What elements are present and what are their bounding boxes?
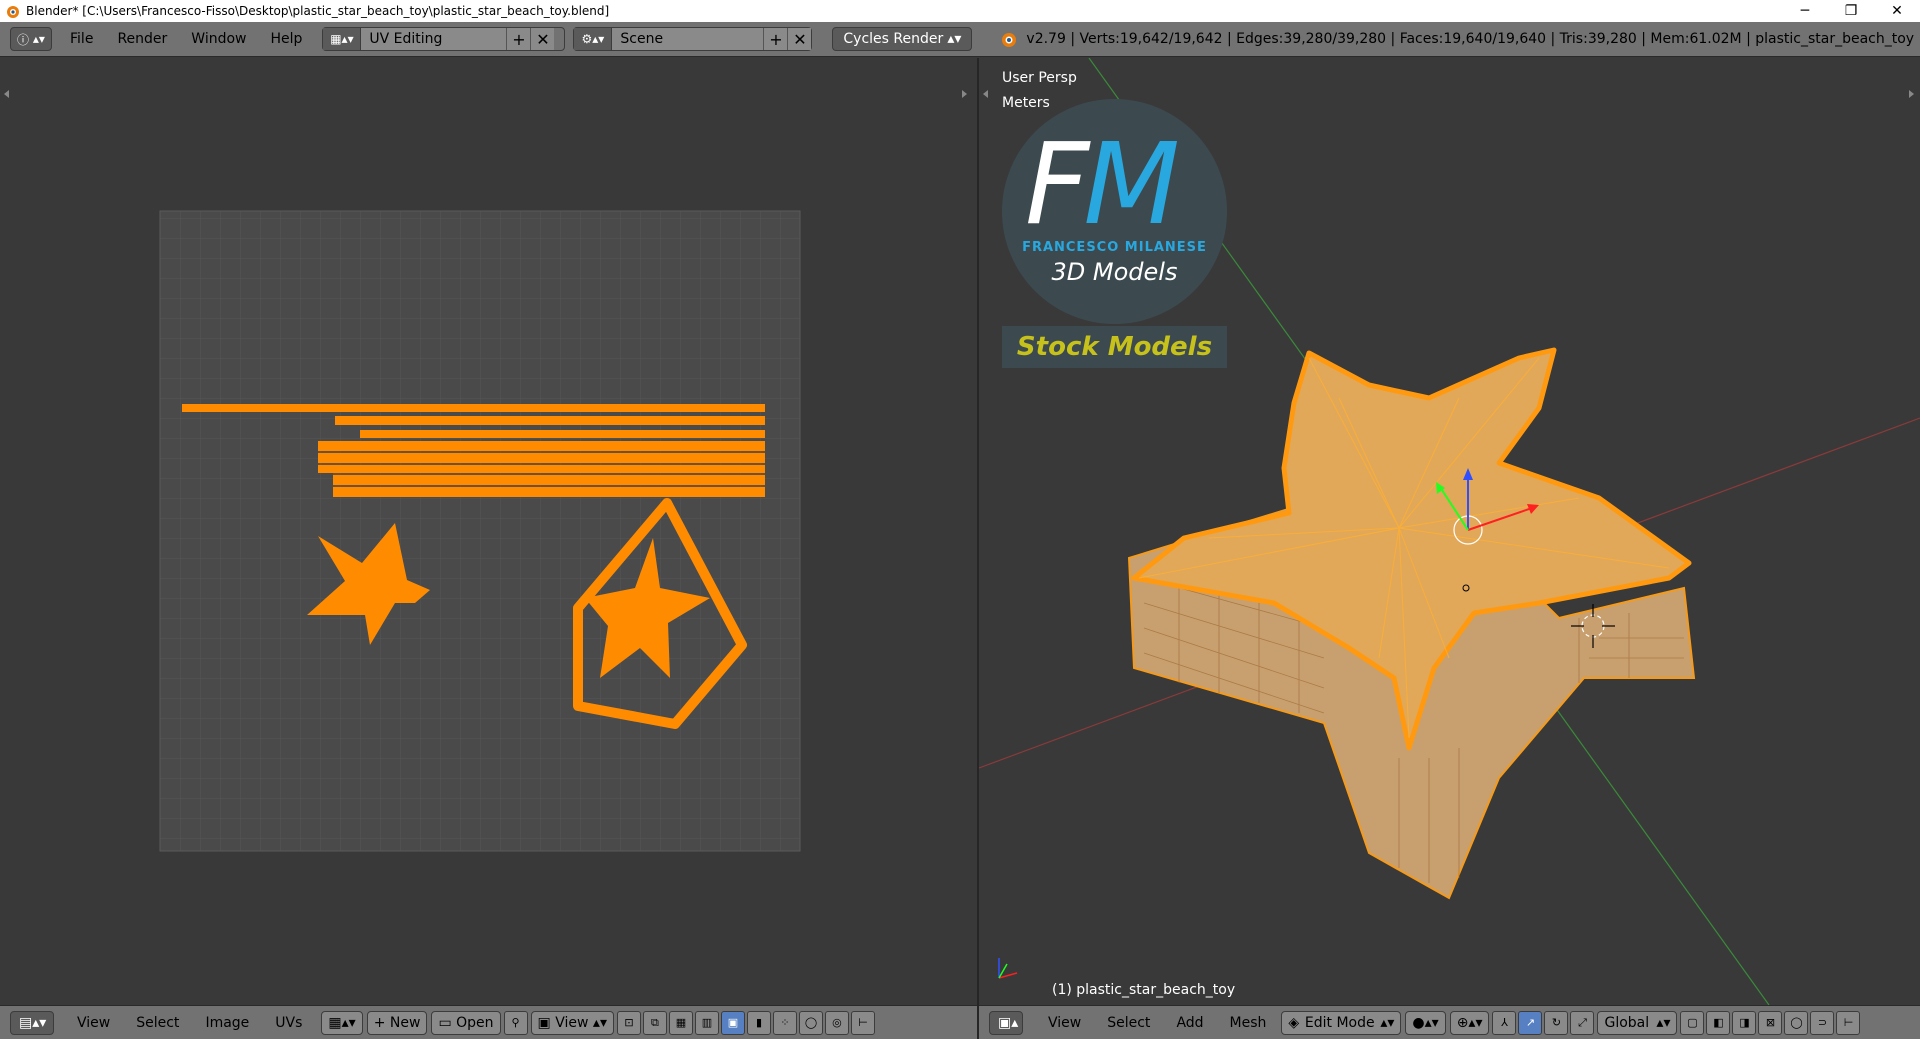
pivot-icon[interactable]: ⊡ (616, 1010, 641, 1035)
pivot-point-dropdown[interactable]: ⊕▴▾ (1449, 1010, 1490, 1035)
open-image-button[interactable]: ▭ Open (431, 1010, 501, 1035)
fm-logo-name: FRANCESCO MILANESE (1022, 240, 1207, 255)
screen-layout-icon[interactable]: ▦▴▾ (323, 28, 362, 50)
uv-menu-select[interactable]: Select (123, 1015, 192, 1031)
uv-image-editor[interactable] (0, 58, 977, 1005)
screen-layout-field[interactable]: ▦▴▾ UV Editing + ✕ (322, 27, 566, 51)
chevron-updown-icon: ▴▾ (1656, 1014, 1671, 1031)
blender-logo-icon (1002, 33, 1017, 47)
window-titlebar: Blender* [C:\Users\Francesco-Fisso\Deskt… (0, 0, 1920, 22)
vp-menu-view[interactable]: View (1035, 1015, 1094, 1031)
add-scene-button[interactable]: + (763, 28, 788, 50)
edit-mode-icon: ◈ (1288, 1014, 1300, 1031)
vp-left-corner-icon[interactable] (983, 90, 988, 98)
view-axis-widget (998, 958, 1018, 979)
menu-file[interactable]: File (58, 31, 105, 47)
select-vertex-icon[interactable]: ▦ (668, 1010, 693, 1035)
view-name: User Persp (1002, 70, 1077, 86)
info-icon: ⓘ (17, 32, 30, 47)
unit-system: Meters (1002, 95, 1050, 111)
translate-manipulator-icon[interactable]: ↗ (1518, 1010, 1543, 1035)
scale-manipulator-icon[interactable]: ⤢ (1570, 1010, 1595, 1035)
rotate-manipulator-icon[interactable]: ↻ (1544, 1010, 1569, 1035)
select-face-mode-icon[interactable]: ◨ (1732, 1010, 1757, 1035)
render-engine-dropdown[interactable]: Cycles Render ▴▾ (832, 27, 973, 51)
menu-help[interactable]: Help (258, 31, 314, 47)
uv-menu-uvs[interactable]: UVs (262, 1015, 315, 1031)
snap-target-icon[interactable]: ⊢ (850, 1010, 875, 1035)
new-image-button[interactable]: + New (366, 1010, 428, 1035)
add-screen-button[interactable]: + (506, 28, 531, 50)
view-mode-icon: ▣ (537, 1014, 556, 1031)
menu-window[interactable]: Window (179, 31, 258, 47)
sync-select-icon[interactable]: ⧉ (642, 1010, 667, 1035)
sticky-mode-icon[interactable]: ⁘ (772, 1010, 797, 1035)
snap-icon[interactable]: ◎ (824, 1010, 849, 1035)
viewport-footer: ▣▴ View Select Add Mesh ◈ Edit Mode ▴▾ ●▴▾… (979, 1005, 1920, 1039)
select-edge-icon[interactable]: ▥ (694, 1010, 719, 1035)
pin-icon[interactable]: ⚲ (503, 1010, 528, 1035)
folder-icon: ▭ (438, 1014, 457, 1031)
manipulator-toggle-icon[interactable]: ⅄ (1492, 1010, 1517, 1035)
uv-editor-type-button[interactable]: ▤▴▾ (10, 1010, 54, 1035)
uv-grid (159, 210, 801, 852)
proportional-edit-icon[interactable]: ◯ (798, 1010, 823, 1035)
vp-menu-add[interactable]: Add (1163, 1015, 1216, 1031)
snap-element-icon[interactable]: ⊃ (1810, 1010, 1835, 1035)
plus-icon: + (373, 1014, 390, 1031)
image-browse-button[interactable]: ▦▴▾ (321, 1010, 363, 1035)
chevron-updown-icon: ▴▾ (947, 31, 962, 47)
editor-type-selector[interactable]: ⓘ ▴▾ (10, 27, 52, 51)
fm-logo: FM (1025, 120, 1180, 250)
scene-name[interactable]: Scene (612, 28, 764, 50)
restore-button[interactable]: ❐ (1828, 0, 1874, 22)
select-edge-mode-icon[interactable]: ◧ (1706, 1010, 1731, 1035)
select-vertex-mode-icon[interactable]: ▢ (1680, 1010, 1705, 1035)
vp-menu-select[interactable]: Select (1094, 1015, 1163, 1031)
uv-canvas[interactable] (0, 58, 977, 1005)
uv-menu-view[interactable]: View (64, 1015, 123, 1031)
limit-selection-icon[interactable]: ⊠ (1758, 1010, 1783, 1035)
view-mode-dropdown[interactable]: ▣ View ▴▾ (530, 1010, 614, 1035)
close-button[interactable]: ✕ (1874, 0, 1920, 22)
uv-editor-footer: ▤▴▾ View Select Image UVs ▦▴▾ + New ▭ Op… (0, 1005, 977, 1039)
minimize-button[interactable]: ─ (1782, 0, 1828, 22)
active-object-label: (1) plastic_star_beach_toy (1052, 982, 1236, 998)
render-engine-label: Cycles Render (843, 31, 944, 47)
stock-models-badge: Stock Models (1002, 326, 1227, 368)
chevron-updown-icon: ▴▾ (1380, 1014, 1395, 1031)
window-title: Blender* [C:\Users\Francesco-Fisso\Deskt… (26, 4, 610, 18)
proportional-editing-icon[interactable]: ◯ (1784, 1010, 1809, 1035)
scene-field[interactable]: ⚙▴▾ Scene + ✕ (573, 27, 813, 51)
select-island-icon[interactable]: ▮ (746, 1010, 771, 1035)
vp-menu-mesh[interactable]: Mesh (1217, 1015, 1280, 1031)
blender-app-icon (7, 6, 19, 18)
vp-right-corner-icon[interactable] (1909, 90, 1914, 98)
viewport-shading-dropdown[interactable]: ●▴▾ (1405, 1010, 1446, 1035)
select-face-icon[interactable]: ▣ (720, 1010, 745, 1035)
uv-menu-image[interactable]: Image (192, 1015, 262, 1031)
screen-layout-name[interactable]: UV Editing (361, 28, 507, 50)
delete-scene-button[interactable]: ✕ (787, 28, 812, 50)
fm-logo-subtitle: 3D Models (1051, 258, 1178, 286)
delete-screen-button[interactable]: ✕ (530, 28, 555, 50)
menu-render[interactable]: Render (105, 31, 179, 47)
scene-icon[interactable]: ⚙▴▾ (574, 28, 613, 50)
transform-orientation-dropdown[interactable]: Global ▴▾ (1597, 1010, 1678, 1035)
scene-stats: v2.79 | Verts:19,642/19,642 | Edges:39,2… (1026, 31, 1915, 47)
snap-settings-icon[interactable]: ⊢ (1836, 1010, 1861, 1035)
info-header: ⓘ ▴▾ File Render Window Help ▦▴▾ UV Edit… (0, 22, 1920, 57)
interaction-mode-dropdown[interactable]: ◈ Edit Mode ▴▾ (1281, 1010, 1402, 1035)
viewport-editor-type-button[interactable]: ▣▴ (989, 1010, 1023, 1035)
